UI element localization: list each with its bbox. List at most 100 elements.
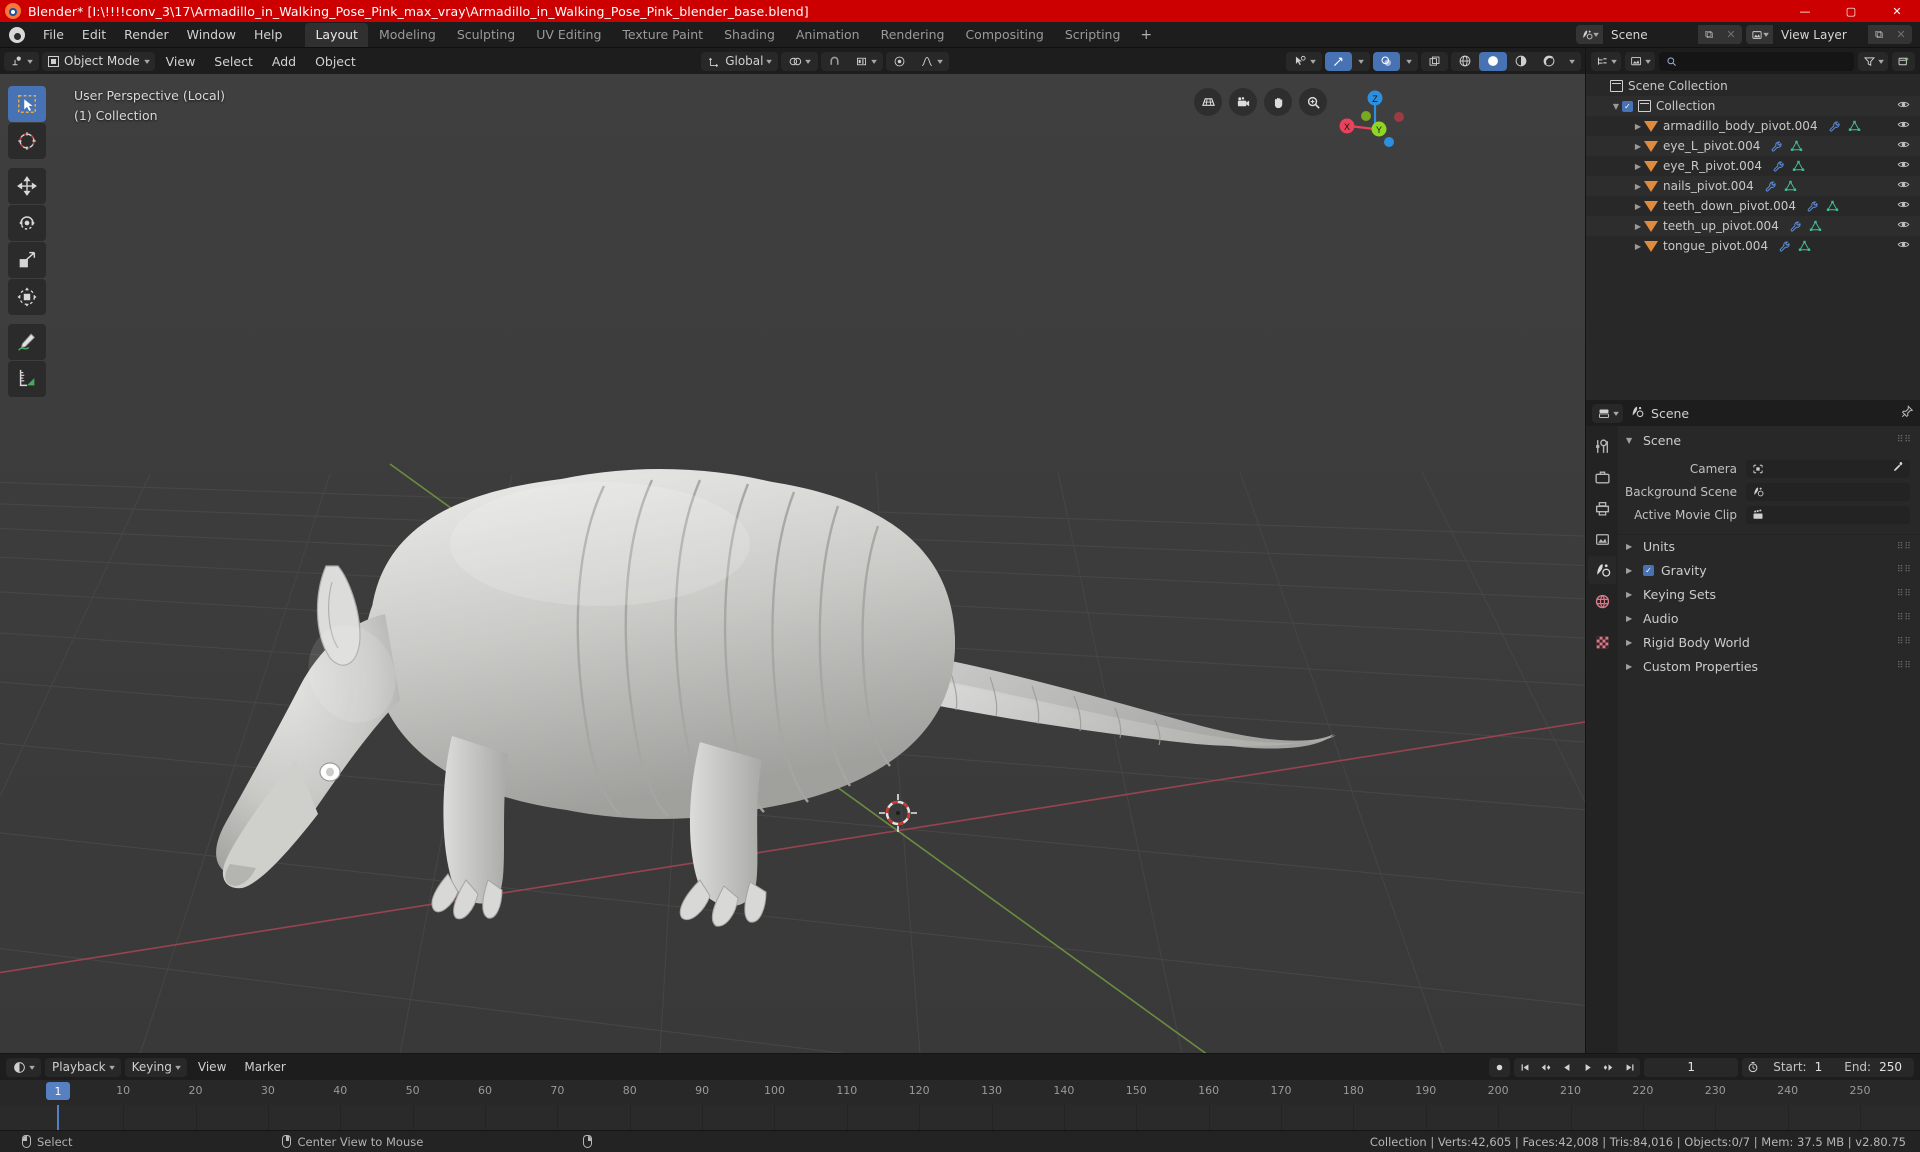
tab-sculpting[interactable]: Sculpting	[447, 23, 525, 47]
properties-tab-world[interactable]	[1588, 587, 1616, 615]
disclosure-triangle-icon[interactable]: ▶	[1632, 202, 1644, 211]
maximize-button[interactable]: ▢	[1828, 0, 1874, 22]
outliner-row-teeth-down-pivot[interactable]: ▶ teeth_down_pivot.004	[1586, 196, 1920, 216]
outliner-display-mode-button[interactable]: ▾	[1625, 52, 1655, 71]
tool-select-box[interactable]	[8, 86, 46, 122]
editor-type-selector[interactable]: ▾	[4, 52, 39, 71]
outliner-row-teeth-up-pivot[interactable]: ▶ teeth_up_pivot.004	[1586, 216, 1920, 236]
pan-hand-icon[interactable]	[1264, 88, 1292, 116]
visibility-eye-icon[interactable]	[1897, 178, 1910, 194]
section-units[interactable]: ▶ Units ⠿⠿	[1618, 534, 1920, 558]
tab-modeling[interactable]: Modeling	[369, 23, 446, 47]
view-layer-new-button[interactable]: ⧉	[1868, 25, 1890, 44]
timeline-track-area[interactable]	[0, 1105, 1920, 1131]
section-gravity[interactable]: ▶ ✓ Gravity ⠿⠿	[1618, 558, 1920, 582]
visibility-eye-icon[interactable]	[1897, 98, 1910, 114]
outliner-row-scene-collection[interactable]: Scene Collection	[1586, 76, 1920, 96]
panel-drag-handle[interactable]: ⠿⠿	[1897, 637, 1912, 647]
wireframe-shading-icon[interactable]	[1451, 52, 1479, 71]
rendered-shading-icon[interactable]	[1535, 52, 1563, 71]
interaction-mode-selector[interactable]: Object Mode ▾	[42, 52, 155, 71]
panel-drag-handle[interactable]: ⠿⠿	[1897, 589, 1912, 599]
keying-dropdown[interactable]: Keying▾	[125, 1058, 187, 1077]
xray-toggle-icon[interactable]	[1421, 52, 1448, 71]
tool-annotate[interactable]	[8, 324, 46, 360]
play-button[interactable]	[1577, 1058, 1598, 1077]
tab-compositing[interactable]: Compositing	[955, 23, 1053, 47]
falloff-curve-button[interactable]: ▾	[913, 52, 949, 71]
toggle-orthographic-icon[interactable]	[1194, 88, 1222, 116]
start-frame-value[interactable]: 1	[1815, 1060, 1835, 1074]
panel-drag-handle[interactable]: ⠿⠿	[1897, 435, 1912, 445]
camera-view-icon[interactable]	[1229, 88, 1257, 116]
material-preview-shading-icon[interactable]	[1507, 52, 1535, 71]
pivot-point-selector[interactable]: ▾	[781, 52, 817, 71]
end-frame-value[interactable]: 250	[1879, 1060, 1914, 1074]
solid-shading-icon[interactable]	[1479, 52, 1507, 71]
disclosure-triangle-icon[interactable]: ▼	[1610, 102, 1622, 111]
overlay-controls[interactable]: ▾	[1373, 52, 1418, 71]
tool-cursor[interactable]	[8, 123, 46, 159]
disclosure-triangle-icon[interactable]: ▶	[1632, 242, 1644, 251]
tab-texture-paint[interactable]: Texture Paint	[612, 23, 713, 47]
properties-tab-tool[interactable]	[1588, 432, 1616, 460]
proportional-editing-controls[interactable]: ▾	[886, 52, 949, 71]
visibility-eye-icon[interactable]	[1897, 238, 1910, 254]
tab-uv-editing[interactable]: UV Editing	[526, 23, 611, 47]
transform-orientation-button[interactable]: Global ▾	[701, 52, 778, 71]
properties-tab-texture[interactable]	[1588, 628, 1616, 656]
gravity-checkbox[interactable]: ✓	[1643, 565, 1654, 576]
timeline-editor-type-button[interactable]: ▾	[6, 1058, 41, 1077]
tab-shading[interactable]: Shading	[714, 23, 785, 47]
menu-file[interactable]: File	[34, 24, 73, 45]
visibility-eye-icon[interactable]	[1897, 218, 1910, 234]
viewport-menu-select[interactable]: Select	[206, 52, 261, 71]
jump-to-end-button[interactable]	[1619, 1058, 1640, 1077]
menu-render[interactable]: Render	[115, 24, 178, 45]
xray-toggle-group[interactable]	[1421, 52, 1448, 71]
add-workspace-button[interactable]: +	[1131, 25, 1161, 45]
snapping-controls[interactable]: ▾	[821, 52, 883, 71]
view-layer-remove-button[interactable]: ✕	[1890, 25, 1912, 44]
visibility-eye-icon[interactable]	[1897, 118, 1910, 134]
close-button[interactable]: ✕	[1874, 0, 1920, 22]
disclosure-triangle-icon[interactable]: ▶	[1632, 222, 1644, 231]
scene-remove-button[interactable]: ✕	[1720, 25, 1742, 44]
view-layer-selector[interactable]: ▾ View Layer ⧉ ✕	[1746, 25, 1912, 44]
jump-to-next-keyframe-button[interactable]	[1598, 1058, 1619, 1077]
menu-window[interactable]: Window	[178, 24, 245, 45]
properties-tab-view-layer[interactable]	[1588, 525, 1616, 553]
tab-scripting[interactable]: Scripting	[1055, 23, 1131, 47]
properties-tab-output[interactable]	[1588, 494, 1616, 522]
eyedropper-icon[interactable]	[1892, 461, 1904, 476]
blender-menu-icon[interactable]	[6, 24, 28, 46]
window-controls[interactable]: — ▢ ✕	[1782, 0, 1920, 22]
outliner-row-collection[interactable]: ▼ ✓ Collection	[1586, 96, 1920, 116]
show-gizmo-toggle[interactable]	[1325, 52, 1352, 71]
panel-drag-handle[interactable]: ⠿⠿	[1897, 542, 1912, 552]
play-reverse-button[interactable]	[1556, 1058, 1577, 1077]
viewport-canvas[interactable]: User Perspective (Local) (1) Collection	[0, 74, 1585, 1053]
select-visibility-icon[interactable]: ▾	[1286, 52, 1322, 71]
timeline-menu-marker[interactable]: Marker	[237, 1058, 292, 1076]
shading-options-dropdown[interactable]: ▾	[1563, 52, 1581, 71]
viewport-menu-add[interactable]: Add	[264, 52, 304, 71]
jump-to-prev-keyframe-button[interactable]	[1535, 1058, 1556, 1077]
properties-tab-render[interactable]	[1588, 463, 1616, 491]
disclosure-triangle-icon[interactable]: ▶	[1632, 162, 1644, 171]
playback-dropdown[interactable]: Playback▾	[45, 1058, 121, 1077]
viewport-menu-view[interactable]: View	[158, 52, 204, 71]
outliner-editor-type-button[interactable]: ▾	[1591, 52, 1621, 71]
properties-tab-scene[interactable]	[1588, 556, 1616, 584]
outliner-filter-button[interactable]: ▾	[1858, 52, 1888, 71]
section-audio[interactable]: ▶ Audio ⠿⠿	[1618, 606, 1920, 630]
outliner-row-eye-r-pivot[interactable]: ▶ eye_R_pivot.004	[1586, 156, 1920, 176]
playhead-frame-badge[interactable]: 1	[46, 1082, 70, 1100]
zoom-magnifier-icon[interactable]	[1299, 88, 1327, 116]
outliner-row-nails-pivot[interactable]: ▶ nails_pivot.004	[1586, 176, 1920, 196]
auto-keying-group[interactable]	[1489, 1058, 1510, 1077]
timeline-menu-view[interactable]: View	[191, 1058, 233, 1076]
scene-data-icon[interactable]: ▾	[1576, 25, 1603, 44]
gizmo-controls[interactable]: ▾	[1325, 52, 1370, 71]
panel-drag-handle[interactable]: ⠿⠿	[1897, 565, 1912, 575]
